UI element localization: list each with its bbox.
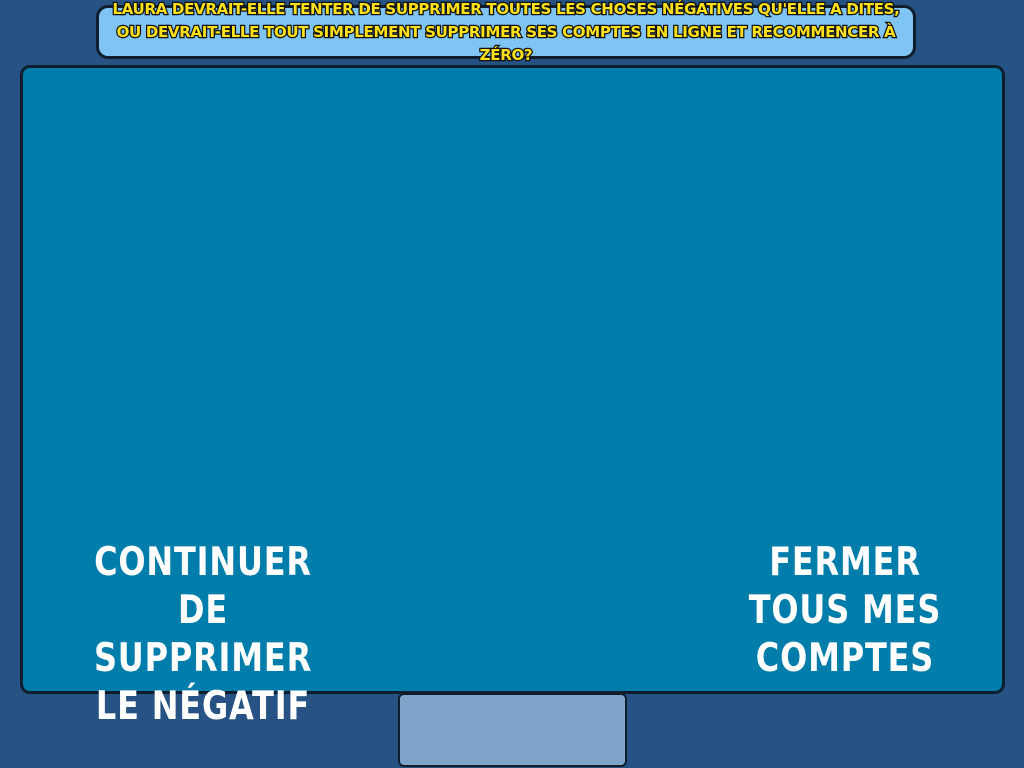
question-banner: Laura devrait-elle tenter de supprimer t…	[96, 0, 916, 65]
scene-panel: Continuer de supprimer le négatif Fermer…	[20, 65, 1005, 729]
choice-continue-deleting-button[interactable]: Continuer de supprimer le négatif	[80, 539, 326, 731]
bottom-tab	[398, 693, 627, 767]
question-text: Laura devrait-elle tenter de supprimer t…	[111, 0, 901, 65]
choice-close-accounts-button[interactable]: Fermer tous mes comptes	[722, 539, 968, 683]
